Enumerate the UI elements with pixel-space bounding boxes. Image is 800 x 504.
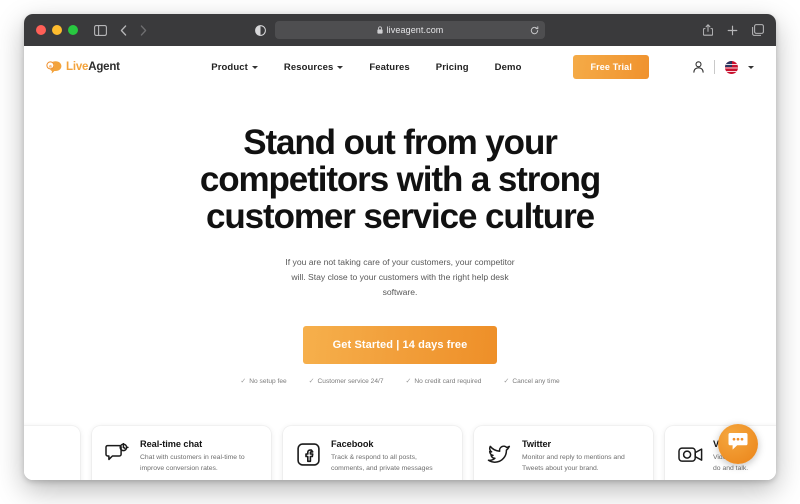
hero-title-line-2: competitors with a strong [199,160,601,200]
card-body: Facebook Track & respond to all posts, c… [331,439,433,474]
close-window-button[interactable] [36,25,46,35]
nav-item-demo[interactable]: Demo [495,62,522,73]
web-page: a LiveAgent Product Resources Features P… [24,46,776,480]
plus-icon[interactable] [727,25,738,36]
hero-title: Stand out from your competitors with a s… [100,124,700,235]
logo-word-agent: Agent [88,61,120,73]
reload-icon[interactable] [530,25,539,35]
tab-overview-icon[interactable] [752,24,764,36]
card-body: Real-time chat Chat with customers in re… [140,439,245,474]
minimize-window-button[interactable] [52,25,62,35]
benefit-label: Cancel any time [512,377,560,385]
channel-card-real-time-chat[interactable]: Real-time chat Chat with customers in re… [92,426,271,480]
chevron-down-icon[interactable] [748,65,754,69]
card-description-line-1: Monitor and reply to mentions and [522,454,625,461]
sidebar-icon[interactable] [94,24,107,36]
browser-toolbar-right [703,24,764,36]
card-title: Twitter [522,439,552,449]
chat-bubble-icon [104,441,130,467]
liveagent-logo-text: LiveAgent [66,61,120,73]
address-bar-content: liveagent.com [376,25,444,35]
benefit-item: ✓ No credit card required [406,378,482,385]
facebook-icon [295,441,321,467]
free-trial-button[interactable]: Free Trial [573,55,649,79]
hero-benefits-list: ✓ No setup fee ✓ Customer service 24/7 ✓… [24,378,776,385]
get-started-button[interactable]: Get Started | 14 days free [302,325,498,364]
hero-title-line-3: customer service culture [206,197,595,237]
check-icon: ✓ [405,377,412,385]
channel-card-twitter[interactable]: Twitter Monitor and reply to mentions an… [474,426,653,480]
url-text: liveagent.com [386,25,444,35]
channel-card-facebook[interactable]: Facebook Track & respond to all posts, c… [283,426,462,480]
card-description: Track & respond to all posts, comments, … [331,453,433,474]
hero-title-line-1: Stand out from your [243,123,558,162]
browser-window: liveagent.com a LiveAgent Product Resour… [24,14,776,480]
browser-address-area: liveagent.com [255,21,545,39]
channel-card-contact-forms[interactable]: orms f accessible by in contact forms. [24,426,80,480]
check-icon: ✓ [308,377,315,385]
chevron-left-icon[interactable] [120,24,127,36]
nav-item-features[interactable]: Features [369,62,409,73]
card-description-line-2: Tweets about your brand. [522,464,599,472]
check-icon: ✓ [503,377,510,385]
hero-section: Stand out from your competitors with a s… [24,88,776,385]
check-icon: ✓ [240,377,247,385]
chevron-down-icon [251,66,258,69]
card-description: Monitor and reply to mentions and Tweets… [522,453,625,474]
lock-icon [376,26,383,34]
hero-cta-wrapper: Get Started | 14 days free [24,325,776,364]
logo-word-live: Live [66,61,89,73]
chat-bubble-dots-icon [728,432,748,456]
card-description-line-2: comments, and private messages [331,464,433,472]
chevron-down-icon [337,66,344,69]
benefit-label: Customer service 24/7 [317,377,384,385]
us-flag-icon[interactable] [725,60,738,74]
share-icon[interactable] [703,24,713,36]
nav-item-resources[interactable]: Resources [283,61,344,73]
benefit-label: No setup fee [249,377,287,385]
card-description-line-2: do and talk. [713,464,749,472]
card-body: Twitter Monitor and reply to mentions an… [522,439,625,474]
hero-subtitle: If you are not taking care of your custo… [285,257,515,297]
liveagent-logo-icon: a [46,60,62,75]
nav-item-product[interactable]: Product [211,62,258,73]
browser-titlebar: liveagent.com [24,14,776,46]
reader-view-icon[interactable] [255,24,266,36]
card-title: Real-time chat [140,439,203,449]
card-description-line-1: Chat with customers in real-time to [140,454,245,461]
liveagent-logo[interactable]: a LiveAgent [46,60,120,75]
site-header: a LiveAgent Product Resources Features P… [24,46,776,88]
chat-widget-button[interactable] [718,424,758,464]
header-divider [714,60,715,74]
card-title: Facebook [331,439,374,449]
nav-item-pricing[interactable]: Pricing [436,62,469,73]
header-utilities [693,60,754,74]
benefit-item: ✓ Customer service 24/7 [309,378,384,385]
benefit-item: ✓ Cancel any time [503,378,559,385]
browser-nav-icons [94,24,147,36]
chevron-right-icon[interactable] [140,24,147,36]
benefit-label: No credit card required [414,377,482,385]
svg-text:a: a [49,63,52,68]
card-description-line-1: Track & respond to all posts, [331,454,417,461]
card-description: Chat with customers in real-time to impr… [140,453,245,474]
user-icon[interactable] [693,61,704,73]
maximize-window-button[interactable] [68,25,78,35]
channel-cards-strip: orms f accessible by in contact forms. [24,426,776,480]
window-traffic-lights[interactable] [36,25,78,35]
nav-item-product-label: Product [211,61,248,73]
card-description-line-2: improve conversion rates. [140,464,218,472]
benefit-item: ✓ No setup fee [240,378,286,385]
twitter-icon [486,441,512,467]
main-navigation: Product Resources Features Pricing Demo … [211,55,754,79]
address-bar[interactable]: liveagent.com [275,21,545,39]
nav-item-resources-label: Resources [283,61,334,73]
video-camera-icon [677,441,703,467]
